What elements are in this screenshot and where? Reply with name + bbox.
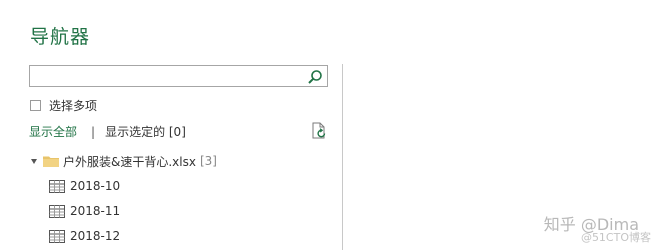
tree-item-sheet[interactable]: 2018-12 xyxy=(49,228,120,244)
sheet-name: 2018-12 xyxy=(70,229,121,243)
filter-links: 显示全部 | 显示选定的 [0] xyxy=(29,123,186,140)
folder-icon xyxy=(43,156,59,167)
show-all-link[interactable]: 显示全部 xyxy=(29,123,77,140)
tree-item-sheet[interactable]: 2018-10 xyxy=(49,178,120,194)
filter-separator: | xyxy=(91,124,96,139)
sheet-name: 2018-10 xyxy=(70,179,121,193)
workbook-count: [3] xyxy=(199,154,217,168)
refresh-document-icon[interactable] xyxy=(310,122,328,140)
show-selected-link[interactable]: 显示选定的 [0] xyxy=(105,123,186,140)
table-icon xyxy=(49,204,65,218)
tree-item-sheet[interactable]: 2018-11 xyxy=(49,203,120,219)
navigator-title: 导航器 xyxy=(30,26,91,48)
watermark-sub: @51CTO博客 xyxy=(580,231,651,244)
search-icon[interactable] xyxy=(307,69,323,85)
panel-divider xyxy=(342,64,343,250)
table-icon xyxy=(49,179,65,193)
select-multiple-label: 选择多项 xyxy=(49,98,98,113)
search-input[interactable] xyxy=(29,65,328,87)
collapse-triangle-icon[interactable] xyxy=(31,158,37,164)
sheet-name: 2018-11 xyxy=(70,204,121,218)
table-icon xyxy=(49,229,65,243)
select-multiple-checkbox[interactable] xyxy=(30,99,41,111)
workbook-name: 户外服装&速干背心.xlsx xyxy=(63,154,196,169)
tree-item-workbook[interactable]: 户外服装&速干背心.xlsx [3] xyxy=(31,153,217,169)
select-multiple-option[interactable]: 选择多项 xyxy=(30,97,97,113)
